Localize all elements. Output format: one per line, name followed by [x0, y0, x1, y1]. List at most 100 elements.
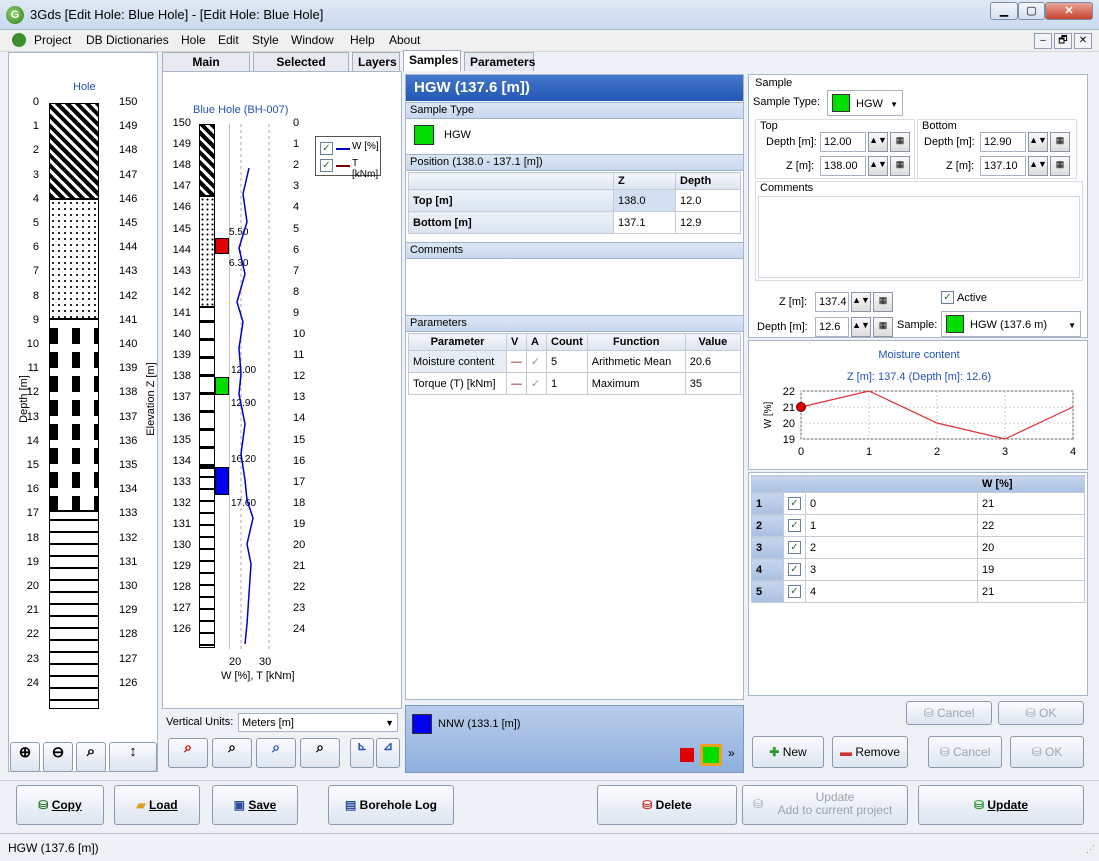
row-active-checkbox[interactable]: ✓	[788, 563, 801, 576]
grid-x-cell[interactable]: 3	[805, 558, 978, 581]
legend-t-checkbox[interactable]: ✓	[320, 159, 333, 172]
grid-w-cell[interactable]: 22	[977, 514, 1085, 537]
sample-marker-green[interactable]	[215, 377, 229, 395]
save-button[interactable]: ▣ Save	[212, 785, 298, 825]
grid-w-cell[interactable]: 21	[977, 492, 1085, 515]
bottom-z-input[interactable]: 137.10	[980, 156, 1026, 176]
grid-ok-button[interactable]: ⛁ OK	[998, 701, 1084, 725]
remove-button[interactable]: ▬ Remove	[832, 736, 908, 768]
zoom-fit-icon[interactable]: ⌕	[76, 742, 106, 772]
minimize-button[interactable]: ▁	[990, 2, 1018, 20]
cancel-button[interactable]: ⛁ Cancel	[928, 736, 1002, 768]
top-z-input[interactable]: 138.00	[820, 156, 866, 176]
zoom-in-icon[interactable]: ⊕	[10, 742, 40, 772]
tab-main-features[interactable]: Main Features	[162, 52, 250, 83]
spinner-icon[interactable]: ▲▼	[851, 317, 871, 337]
calculator-icon[interactable]: ▦	[873, 292, 893, 312]
grid-cancel-button[interactable]: ⛁ Cancel	[906, 701, 992, 725]
menu-project[interactable]: Project	[34, 33, 71, 47]
pos-cell[interactable]: 138.0	[613, 189, 676, 212]
tab-selected-layer[interactable]: Selected Layer	[253, 52, 349, 83]
spinner-icon[interactable]: ▲▼	[868, 156, 888, 176]
active-checkbox[interactable]: ✓	[941, 291, 954, 304]
tab-layers[interactable]: Layers	[352, 52, 400, 71]
green-swatch-button[interactable]	[700, 744, 722, 766]
app-menu-icon[interactable]	[12, 33, 26, 47]
zoom-out-icon[interactable]: ⊖	[43, 742, 73, 772]
sample-type-select[interactable]: HGW ▼	[827, 90, 903, 116]
update-add-button[interactable]: ⛁ Update Add to current project	[742, 785, 908, 825]
calculator-icon[interactable]: ▦	[1050, 132, 1070, 152]
sample-comments-area[interactable]	[408, 259, 741, 314]
z-input[interactable]: 137.4	[815, 292, 849, 312]
comments-input[interactable]	[758, 196, 1080, 278]
grid-w-cell[interactable]: 19	[977, 558, 1085, 581]
menu-help[interactable]: Help	[350, 33, 375, 47]
calculator-icon[interactable]: ▦	[890, 156, 910, 176]
grid-x-cell[interactable]: 4	[805, 580, 978, 603]
calculator-icon[interactable]: ▦	[873, 317, 893, 337]
row-active-checkbox[interactable]: ✓	[788, 497, 801, 510]
menu-db-dictionaries[interactable]: DB Dictionaries	[86, 33, 169, 47]
menu-window[interactable]: Window	[291, 33, 334, 47]
row-active-checkbox[interactable]: ✓	[788, 541, 801, 554]
zoom-out-icon[interactable]: ⌕	[212, 738, 252, 768]
delete-button[interactable]: ⛁ Delete	[597, 785, 737, 825]
table-row[interactable]: 3 ✓ 2 20	[751, 536, 1085, 559]
axis-toggle-icon[interactable]: ⊾	[350, 738, 374, 768]
row-active-checkbox[interactable]: ✓	[788, 585, 801, 598]
zoom-extent-icon[interactable]: ⌕	[256, 738, 296, 768]
sample-marker-red[interactable]	[215, 238, 229, 254]
close-button[interactable]: ✕	[1045, 2, 1093, 20]
update-button[interactable]: ⛁ Update	[918, 785, 1084, 825]
bottom-depth-input[interactable]: 12.90	[980, 132, 1026, 152]
table-row[interactable]: Top [m] 138.0 12.0	[408, 189, 741, 212]
top-depth-input[interactable]: 12.00	[820, 132, 866, 152]
spinner-icon[interactable]: ▲▼	[851, 292, 871, 312]
zoom-in-icon[interactable]: ⌕	[168, 738, 208, 768]
menu-about[interactable]: About	[389, 33, 420, 47]
red-swatch-button[interactable]	[680, 748, 694, 762]
param-cell[interactable]: ✓	[526, 372, 547, 395]
vertical-units-select[interactable]: Meters [m] ▼	[238, 713, 398, 732]
vertical-fit-icon[interactable]: ↕	[109, 742, 157, 772]
sample-select[interactable]: HGW (137.6 m) ▼	[941, 311, 1081, 337]
mdi-minimize-button[interactable]: –	[1034, 33, 1052, 49]
resize-grip-icon[interactable]: ⋰	[1086, 844, 1095, 855]
pos-cell[interactable]: 12.9	[675, 211, 741, 234]
borehole-log-button[interactable]: ▤ Borehole Log	[328, 785, 454, 825]
grid-x-cell[interactable]: 0	[805, 492, 978, 515]
menu-edit[interactable]: Edit	[218, 33, 239, 47]
spinner-icon[interactable]: ▲▼	[868, 132, 888, 152]
copy-button[interactable]: ⛁ Copy	[16, 785, 104, 825]
maximize-button[interactable]: ▢	[1018, 2, 1045, 20]
table-row[interactable]: Torque (T) [kNm] — ✓ 1 Maximum 35	[408, 372, 742, 395]
spinner-icon[interactable]: ▲▼	[1028, 132, 1048, 152]
table-row[interactable]: 2 ✓ 1 22	[751, 514, 1085, 537]
table-row[interactable]: 5 ✓ 4 21	[751, 580, 1085, 603]
tab-parameters[interactable]: Parameters	[464, 52, 535, 71]
next-sample-bar[interactable]: NNW (133.1 [m]) »	[405, 705, 744, 773]
menu-hole[interactable]: Hole	[181, 33, 206, 47]
grid-x-cell[interactable]: 1	[805, 514, 978, 537]
load-button[interactable]: ▰ Load	[114, 785, 200, 825]
mdi-close-button[interactable]: ✕	[1074, 33, 1092, 49]
calculator-icon[interactable]: ▦	[1050, 156, 1070, 176]
tab-samples[interactable]: Samples	[403, 50, 461, 71]
row-active-checkbox[interactable]: ✓	[788, 519, 801, 532]
new-button[interactable]: ✚ New	[752, 736, 824, 768]
sample-marker-blue[interactable]	[215, 467, 229, 495]
legend-w-checkbox[interactable]: ✓	[320, 142, 333, 155]
grid-w-cell[interactable]: 21	[977, 580, 1085, 603]
more-chevron-icon[interactable]: »	[728, 746, 735, 760]
axis-flip-icon[interactable]: ⊿	[376, 738, 400, 768]
mdi-restore-button[interactable]: 🗗	[1054, 33, 1072, 49]
pos-cell[interactable]: 12.0	[675, 189, 741, 212]
menu-style[interactable]: Style	[252, 33, 279, 47]
ok-button[interactable]: ⛁ OK	[1010, 736, 1084, 768]
param-cell[interactable]: ✓	[526, 350, 547, 373]
grid-x-cell[interactable]: 2	[805, 536, 978, 559]
calculator-icon[interactable]: ▦	[890, 132, 910, 152]
zoom-reset-icon[interactable]: ⌕	[300, 738, 340, 768]
depth-input[interactable]: 12.6	[815, 317, 849, 337]
